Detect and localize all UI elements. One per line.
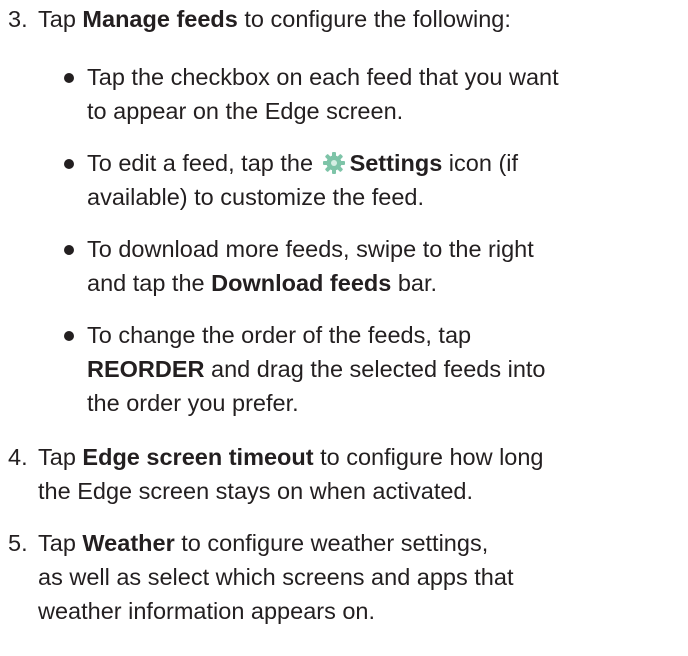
bullet-line: To download more feeds, swipe to the rig… (87, 236, 534, 262)
bullet-line: the order you prefer. (87, 390, 299, 416)
bullet-text: To download more feeds, swipe to the rig… (87, 232, 677, 300)
bullet-line: available) to customize the feed. (87, 184, 425, 210)
bullet-bold-download-feeds: Download feeds (211, 270, 392, 296)
step-bold-weather: Weather (82, 530, 175, 556)
step-number: 5. (8, 530, 28, 556)
step-number: 4. (8, 444, 28, 470)
gear-icon (322, 152, 345, 174)
bullet-text: Tap the checkbox on each feed that you w… (87, 60, 677, 128)
bullet-text-post: icon (if (442, 150, 519, 176)
bullet-dot (64, 331, 74, 341)
step-text: Tap Edge screen timeout to configure how… (38, 440, 678, 508)
bullet-dot (64, 73, 74, 83)
bullet-text-pre: To edit a feed, tap the (87, 150, 320, 176)
bullet-line: To change the order of the feeds, tap (87, 322, 472, 348)
step-line: Tap Weather to configure weather setting… (38, 526, 678, 560)
bullet-text-post: and drag the selected feeds into (204, 356, 546, 382)
step-text: Tap Manage feeds to configure the follow… (38, 2, 678, 36)
step-text-pre: Tap (38, 444, 83, 470)
step-line: weather information appears on. (38, 598, 376, 624)
step-bold-manage-feeds: Manage feeds (82, 6, 238, 32)
bullet-text: To edit a feed, tap the Settings icon (i… (87, 146, 677, 214)
step-line: Tap Edge screen timeout to configure how… (38, 440, 678, 474)
step-line: the Edge screen stays on when activated. (38, 478, 474, 504)
bullet-line: to appear on the Edge screen. (87, 98, 404, 124)
bullet-line: and tap the Download feeds bar. (87, 266, 677, 300)
step-text-post: to configure the following: (237, 6, 511, 32)
bullet-text-pre: and tap the (87, 270, 212, 296)
step-number: 3. (8, 6, 28, 32)
bullet-line: REORDER and drag the selected feeds into (87, 352, 677, 386)
bullet-bold-settings: Settings (349, 150, 443, 176)
bullet-line: Tap the checkbox on each feed that you w… (87, 64, 559, 90)
step-text-pre: Tap (38, 6, 83, 32)
step-text-post: to configure weather settings, (174, 530, 489, 556)
step-bold-edge-screen-timeout: Edge screen timeout (82, 444, 314, 470)
step-text-pre: Tap (38, 530, 83, 556)
bullet-dot (64, 159, 74, 169)
bullet-text-post: bar. (391, 270, 438, 296)
document-page: 3. Tap Manage feeds to configure the fol… (0, 0, 688, 656)
bullet-dot (64, 245, 74, 255)
step-text: Tap Weather to configure weather setting… (38, 526, 678, 628)
step-text-post: to configure how long (313, 444, 544, 470)
bullet-text: To change the order of the feeds, tap RE… (87, 318, 677, 420)
bullet-line: To edit a feed, tap the Settings icon (i… (87, 146, 677, 180)
step-line: as well as select which screens and apps… (38, 564, 514, 590)
bullet-bold-reorder: REORDER (87, 356, 205, 382)
